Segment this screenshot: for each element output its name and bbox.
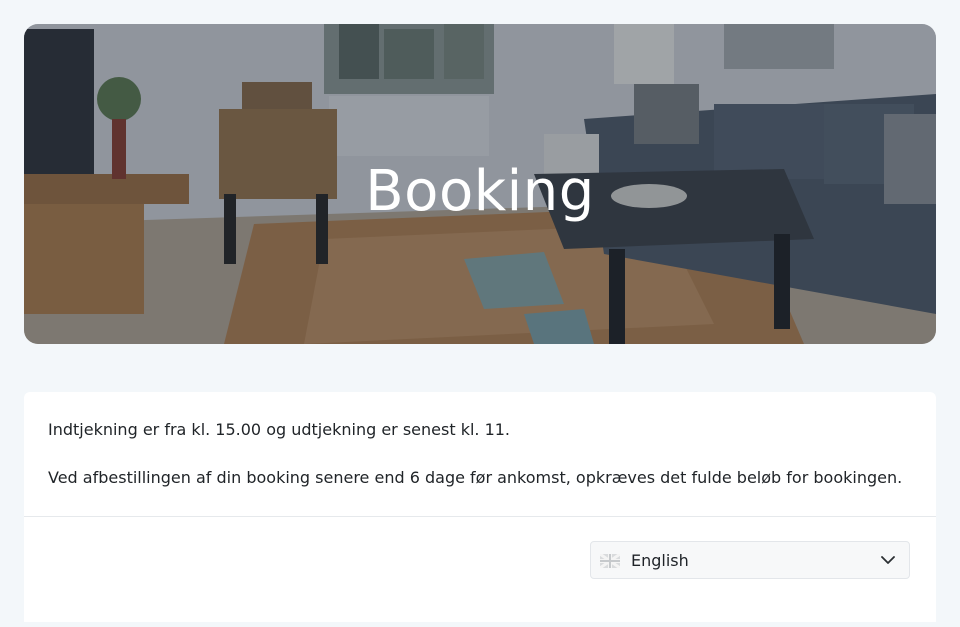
language-row: English <box>24 517 936 627</box>
checkin-info: Indtjekning er fra kl. 15.00 og udtjekni… <box>48 420 511 439</box>
booking-terms: Indtjekning er fra kl. 15.00 og udtjekni… <box>24 392 936 517</box>
page-title: Booking <box>365 159 595 224</box>
uk-flag-icon <box>600 554 620 568</box>
booking-card: Indtjekning er fra kl. 15.00 og udtjekni… <box>24 392 936 622</box>
cancellation-info: Ved afbestillingen af din booking senere… <box>48 468 903 487</box>
hero-banner: Booking <box>24 24 936 344</box>
language-selected-label: English <box>631 551 689 570</box>
chevron-down-icon <box>881 556 895 564</box>
language-select[interactable]: English <box>590 541 910 579</box>
